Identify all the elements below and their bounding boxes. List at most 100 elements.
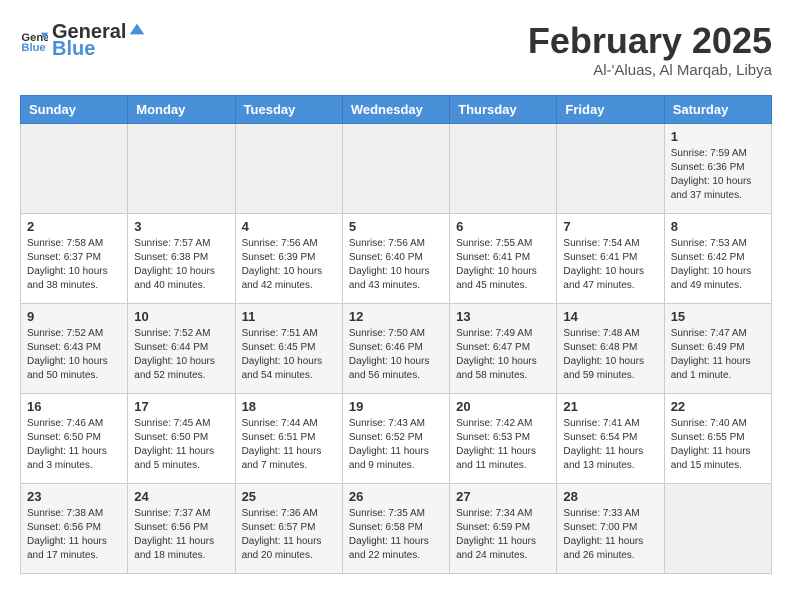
svg-text:Blue: Blue [21, 41, 45, 53]
calendar-cell [235, 124, 342, 214]
calendar-cell: 18 Sunrise: 7:44 AM Sunset: 6:51 PM Dayli… [235, 394, 342, 484]
cell-content: Sunrise: 7:56 AM Sunset: 6:39 PM Dayligh… [242, 237, 336, 293]
cell-content: Sunrise: 7:55 AM Sunset: 6:41 PM Dayligh… [456, 237, 550, 293]
calendar-cell [450, 124, 557, 214]
day-number: 21 [563, 399, 657, 414]
cell-content: Sunrise: 7:57 AM Sunset: 6:38 PM Dayligh… [134, 237, 228, 293]
cell-content: Sunrise: 7:41 AM Sunset: 6:54 PM Dayligh… [563, 417, 657, 473]
cell-content: Sunrise: 7:43 AM Sunset: 6:52 PM Dayligh… [349, 417, 443, 473]
calendar-cell: 19 Sunrise: 7:43 AM Sunset: 6:52 PM Dayli… [342, 394, 449, 484]
cell-content: Sunrise: 7:52 AM Sunset: 6:44 PM Dayligh… [134, 327, 228, 383]
calendar-cell: 26 Sunrise: 7:35 AM Sunset: 6:58 PM Dayli… [342, 484, 449, 574]
day-number: 27 [456, 489, 550, 504]
day-number: 11 [242, 309, 336, 324]
day-number: 13 [456, 309, 550, 324]
calendar-cell: 8 Sunrise: 7:53 AM Sunset: 6:42 PM Daylig… [664, 214, 771, 304]
day-number: 5 [349, 219, 443, 234]
cell-content: Sunrise: 7:48 AM Sunset: 6:48 PM Dayligh… [563, 327, 657, 383]
logo-triangle-icon [128, 20, 146, 38]
day-number: 28 [563, 489, 657, 504]
day-number: 1 [671, 129, 765, 144]
day-number: 17 [134, 399, 228, 414]
calendar-cell: 17 Sunrise: 7:45 AM Sunset: 6:50 PM Dayli… [128, 394, 235, 484]
day-number: 20 [456, 399, 550, 414]
cell-content: Sunrise: 7:52 AM Sunset: 6:43 PM Dayligh… [27, 327, 121, 383]
calendar-cell: 6 Sunrise: 7:55 AM Sunset: 6:41 PM Daylig… [450, 214, 557, 304]
day-number: 14 [563, 309, 657, 324]
calendar-cell: 2Sunrise: 7:58 AM Sunset: 6:37 PM Daylig… [21, 214, 128, 304]
calendar-cell: 7Sunrise: 7:54 AM Sunset: 6:41 PM Daylig… [557, 214, 664, 304]
cell-content: Sunrise: 7:37 AM Sunset: 6:56 PM Dayligh… [134, 507, 228, 563]
calendar-cell [128, 124, 235, 214]
cell-content: Sunrise: 7:58 AM Sunset: 6:37 PM Dayligh… [27, 237, 121, 293]
header: General Blue General Blue February 2025 … [20, 20, 772, 79]
day-number: 8 [671, 219, 765, 234]
day-number: 15 [671, 309, 765, 324]
day-header-tuesday: Tuesday [235, 96, 342, 124]
calendar-cell [557, 124, 664, 214]
calendar-cell: 23 Sunrise: 7:38 AM Sunset: 6:56 PM Dayli… [21, 484, 128, 574]
calendar-cell [664, 484, 771, 574]
day-header-saturday: Saturday [664, 96, 771, 124]
location-subtitle: Al-'Aluas, Al Marqab, Libya [528, 62, 772, 79]
calendar-cell: 10Sunrise: 7:52 AM Sunset: 6:44 PM Dayli… [128, 304, 235, 394]
cell-content: Sunrise: 7:49 AM Sunset: 6:47 PM Dayligh… [456, 327, 550, 383]
day-header-sunday: Sunday [21, 96, 128, 124]
day-header-monday: Monday [128, 96, 235, 124]
cell-content: Sunrise: 7:53 AM Sunset: 6:42 PM Dayligh… [671, 237, 765, 293]
calendar-cell [342, 124, 449, 214]
calendar-cell: 13 Sunrise: 7:49 AM Sunset: 6:47 PM Dayli… [450, 304, 557, 394]
day-number: 24 [134, 489, 228, 504]
cell-content: Sunrise: 7:50 AM Sunset: 6:46 PM Dayligh… [349, 327, 443, 383]
cell-content: Sunrise: 7:54 AM Sunset: 6:41 PM Dayligh… [563, 237, 657, 293]
calendar-table: SundayMondayTuesdayWednesdayThursdayFrid… [20, 95, 772, 574]
cell-content: Sunrise: 7:36 AM Sunset: 6:57 PM Dayligh… [242, 507, 336, 563]
cell-content: Sunrise: 7:44 AM Sunset: 6:51 PM Dayligh… [242, 417, 336, 473]
cell-content: Sunrise: 7:47 AM Sunset: 6:49 PM Dayligh… [671, 327, 765, 383]
calendar-cell: 12 Sunrise: 7:50 AM Sunset: 6:46 PM Dayli… [342, 304, 449, 394]
day-number: 19 [349, 399, 443, 414]
calendar-cell: 22 Sunrise: 7:40 AM Sunset: 6:55 PM Dayli… [664, 394, 771, 484]
cell-content: Sunrise: 7:38 AM Sunset: 6:56 PM Dayligh… [27, 507, 121, 563]
cell-content: Sunrise: 7:40 AM Sunset: 6:55 PM Dayligh… [671, 417, 765, 473]
day-header-thursday: Thursday [450, 96, 557, 124]
month-title: February 2025 [528, 20, 772, 62]
day-number: 26 [349, 489, 443, 504]
calendar-cell: 15 Sunrise: 7:47 AM Sunset: 6:49 PM Dayli… [664, 304, 771, 394]
calendar-cell: 28 Sunrise: 7:33 AM Sunset: 7:00 PM Dayli… [557, 484, 664, 574]
cell-content: Sunrise: 7:33 AM Sunset: 7:00 PM Dayligh… [563, 507, 657, 563]
calendar-cell: 16 Sunrise: 7:46 AM Sunset: 6:50 PM Dayli… [21, 394, 128, 484]
calendar-cell: 5 Sunrise: 7:56 AM Sunset: 6:40 PM Daylig… [342, 214, 449, 304]
calendar-cell: 25Sunrise: 7:36 AM Sunset: 6:57 PM Dayli… [235, 484, 342, 574]
day-number: 6 [456, 219, 550, 234]
cell-content: Sunrise: 7:51 AM Sunset: 6:45 PM Dayligh… [242, 327, 336, 383]
logo: General Blue General Blue [20, 20, 148, 61]
calendar-cell: 9 Sunrise: 7:52 AM Sunset: 6:43 PM Daylig… [21, 304, 128, 394]
calendar-cell: 27 Sunrise: 7:34 AM Sunset: 6:59 PM Dayli… [450, 484, 557, 574]
calendar-cell: 1 Sunrise: 7:59 AM Sunset: 6:36 PM Daylig… [664, 124, 771, 214]
cell-content: Sunrise: 7:46 AM Sunset: 6:50 PM Dayligh… [27, 417, 121, 473]
day-number: 18 [242, 399, 336, 414]
day-number: 12 [349, 309, 443, 324]
calendar-cell: 24 Sunrise: 7:37 AM Sunset: 6:56 PM Dayli… [128, 484, 235, 574]
title-area: February 2025 Al-'Aluas, Al Marqab, Liby… [528, 20, 772, 79]
day-header-wednesday: Wednesday [342, 96, 449, 124]
calendar-cell: 11 Sunrise: 7:51 AM Sunset: 6:45 PM Dayli… [235, 304, 342, 394]
calendar-cell: 21 Sunrise: 7:41 AM Sunset: 6:54 PM Dayli… [557, 394, 664, 484]
day-number: 9 [27, 309, 121, 324]
calendar-cell: 14 Sunrise: 7:48 AM Sunset: 6:48 PM Dayli… [557, 304, 664, 394]
day-number: 23 [27, 489, 121, 504]
day-number: 22 [671, 399, 765, 414]
cell-content: Sunrise: 7:34 AM Sunset: 6:59 PM Dayligh… [456, 507, 550, 563]
cell-content: Sunrise: 7:42 AM Sunset: 6:53 PM Dayligh… [456, 417, 550, 473]
day-number: 16 [27, 399, 121, 414]
cell-content: Sunrise: 7:59 AM Sunset: 6:36 PM Dayligh… [671, 147, 765, 203]
day-header-friday: Friday [557, 96, 664, 124]
calendar-cell: 3Sunrise: 7:57 AM Sunset: 6:38 PM Daylig… [128, 214, 235, 304]
cell-content: Sunrise: 7:35 AM Sunset: 6:58 PM Dayligh… [349, 507, 443, 563]
calendar-cell: 4 Sunrise: 7:56 AM Sunset: 6:39 PM Daylig… [235, 214, 342, 304]
cell-content: Sunrise: 7:56 AM Sunset: 6:40 PM Dayligh… [349, 237, 443, 293]
cell-content: Sunrise: 7:45 AM Sunset: 6:50 PM Dayligh… [134, 417, 228, 473]
day-number: 4 [242, 219, 336, 234]
calendar-cell: 20 Sunrise: 7:42 AM Sunset: 6:53 PM Dayli… [450, 394, 557, 484]
